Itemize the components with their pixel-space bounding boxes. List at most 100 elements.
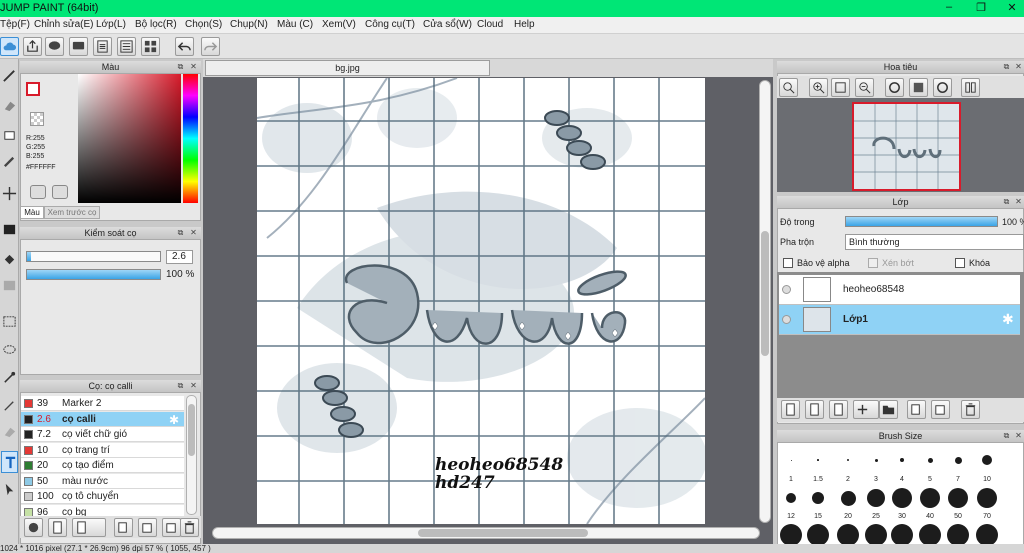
flip-icon[interactable] bbox=[961, 78, 980, 97]
layer-settings-gear-icon[interactable]: ✱ bbox=[1002, 311, 1014, 328]
pen-tool-icon[interactable] bbox=[1, 65, 18, 87]
brush-row-selected[interactable]: 2.6 cọ calli ✱ bbox=[21, 411, 184, 427]
new-layer-icon[interactable] bbox=[781, 400, 800, 419]
blend-mode-select[interactable]: Bình thường bbox=[845, 234, 1024, 250]
close-button[interactable]: ✕ bbox=[1003, 1, 1021, 15]
zoom-fit-icon[interactable] bbox=[779, 78, 798, 97]
gradient-tool-icon[interactable] bbox=[1, 275, 18, 297]
menu-view[interactable]: Xem(V) bbox=[322, 19, 356, 30]
menu-tools[interactable]: Công cụ(T) bbox=[365, 19, 415, 30]
panel-detach-icon[interactable]: ⧉ bbox=[176, 62, 185, 71]
list-icon[interactable] bbox=[117, 37, 136, 56]
panel-detach-icon[interactable]: ⧉ bbox=[176, 228, 185, 237]
rotate-reset-icon[interactable] bbox=[909, 78, 928, 97]
brush-size-preset[interactable] bbox=[867, 489, 885, 507]
brush-row[interactable]: 39 Marker 2 bbox=[21, 396, 184, 411]
select-rect-tool-icon[interactable] bbox=[1, 311, 18, 333]
cloud-icon[interactable] bbox=[0, 37, 19, 56]
minimize-button[interactable]: – bbox=[940, 1, 958, 15]
brush-size-preset[interactable] bbox=[920, 488, 940, 508]
menu-layer[interactable]: Lớp(L) bbox=[96, 19, 126, 30]
layer-copy-icon[interactable] bbox=[907, 400, 926, 419]
protect-alpha-checkbox[interactable] bbox=[783, 258, 793, 268]
brush-size-preset[interactable] bbox=[817, 459, 819, 461]
fit-screen-icon[interactable] bbox=[831, 78, 850, 97]
brush-row[interactable]: 50 màu nước bbox=[21, 473, 184, 489]
horizontal-scroll-thumb[interactable] bbox=[418, 529, 588, 537]
canvas-horizontal-scrollbar[interactable] bbox=[212, 527, 760, 539]
brush-size-preset[interactable] bbox=[847, 459, 849, 461]
panel-close-icon[interactable]: ✕ bbox=[189, 381, 198, 390]
menu-help[interactable]: Help bbox=[514, 19, 535, 30]
brush-size-preset[interactable] bbox=[865, 524, 887, 546]
pen-select-tool-icon[interactable] bbox=[1, 395, 18, 417]
menu-edit[interactable]: Chỉnh sửa(E) bbox=[34, 19, 94, 30]
menu-window[interactable]: Cửa sổ(W) bbox=[423, 19, 472, 30]
hue-slider[interactable] bbox=[183, 74, 198, 203]
zoom-out-icon[interactable] bbox=[855, 78, 874, 97]
menu-filter[interactable]: Bộ lọc(R) bbox=[135, 19, 177, 30]
share-icon[interactable] bbox=[23, 37, 42, 56]
vertical-scroll-thumb[interactable] bbox=[761, 231, 769, 356]
eraser-tool-icon[interactable] bbox=[1, 95, 18, 117]
canvas-page[interactable]: heoheo68548 hd247 bbox=[257, 78, 705, 524]
brush-menu-icon[interactable] bbox=[72, 518, 106, 537]
layer-row[interactable]: heoheo68548 bbox=[779, 275, 1020, 305]
brush-size-value[interactable]: 2.6 bbox=[166, 250, 193, 264]
brush-list-scrollbar[interactable] bbox=[186, 395, 197, 515]
panel-close-icon[interactable]: ✕ bbox=[189, 228, 198, 237]
lasso-tool-icon[interactable] bbox=[1, 339, 18, 361]
layer-merge-icon[interactable] bbox=[931, 400, 950, 419]
tab-color[interactable]: Màu bbox=[20, 206, 44, 219]
bucket-tool-icon[interactable] bbox=[1, 249, 18, 271]
saturation-value-picker[interactable] bbox=[78, 74, 181, 203]
eraser-select-tool-icon[interactable] bbox=[1, 421, 18, 443]
color-history-icon[interactable] bbox=[52, 185, 68, 199]
brush-size-preset[interactable] bbox=[977, 488, 997, 508]
new-layer-folder-icon[interactable] bbox=[805, 400, 824, 419]
menu-capture[interactable]: Chụp(N) bbox=[230, 19, 268, 30]
canvas-vertical-scrollbar[interactable] bbox=[759, 80, 771, 523]
brush-size-preset[interactable] bbox=[976, 524, 998, 546]
navigator-thumbnail[interactable] bbox=[852, 102, 961, 191]
fill-rect-tool-icon[interactable] bbox=[1, 219, 18, 241]
brush-size-preset[interactable] bbox=[982, 455, 992, 465]
brush-size-preset[interactable] bbox=[837, 524, 859, 546]
rotate-left-icon[interactable] bbox=[885, 78, 904, 97]
brush-size-preset[interactable] bbox=[786, 493, 796, 503]
brush-size-preset[interactable] bbox=[919, 524, 941, 546]
brush-size-preset[interactable] bbox=[840, 490, 856, 506]
clone-brush-icon[interactable] bbox=[162, 518, 181, 537]
tab-brush-preview[interactable]: Xem trước cọ bbox=[44, 206, 100, 219]
text-tool-icon[interactable] bbox=[1, 451, 18, 473]
color-palette-icon[interactable] bbox=[30, 185, 46, 199]
panel-close-icon[interactable]: ✕ bbox=[1014, 62, 1023, 71]
menu-select[interactable]: Chọn(S) bbox=[185, 19, 222, 30]
undo-icon[interactable] bbox=[175, 37, 194, 56]
brush-size-preset[interactable] bbox=[807, 524, 829, 546]
layer-opacity-slider[interactable] bbox=[845, 216, 998, 227]
pointer-tool-icon[interactable] bbox=[1, 479, 18, 501]
layer-add-menu-icon[interactable] bbox=[853, 400, 879, 419]
brush-size-preset[interactable] bbox=[891, 524, 913, 546]
brush-add-icon[interactable] bbox=[24, 518, 43, 537]
rectangle-tool-icon[interactable] bbox=[1, 125, 18, 147]
new-brush-icon[interactable] bbox=[48, 518, 67, 537]
layer-visibility-icon[interactable] bbox=[782, 285, 791, 294]
menu-cloud[interactable]: Cloud bbox=[477, 19, 503, 30]
brush-size-preset[interactable] bbox=[954, 456, 962, 464]
brush-size-preset[interactable] bbox=[948, 488, 968, 508]
layer-folder-icon[interactable] bbox=[879, 400, 898, 419]
panel-detach-icon[interactable]: ⧉ bbox=[1002, 431, 1011, 440]
chat-icon[interactable] bbox=[69, 37, 88, 56]
grid-icon[interactable] bbox=[141, 37, 160, 56]
brush-size-preset[interactable] bbox=[874, 458, 878, 462]
brush-size-preset[interactable] bbox=[927, 457, 933, 463]
move-tool-icon[interactable] bbox=[1, 183, 18, 205]
brush-size-preset[interactable] bbox=[790, 459, 792, 461]
brush-size-preset[interactable] bbox=[947, 524, 969, 546]
duplicate-brush-icon[interactable] bbox=[138, 518, 157, 537]
panel-close-icon[interactable]: ✕ bbox=[189, 62, 198, 71]
brush-settings-gear-icon[interactable]: ✱ bbox=[169, 413, 179, 427]
panel-detach-icon[interactable]: ⧉ bbox=[1002, 197, 1011, 206]
